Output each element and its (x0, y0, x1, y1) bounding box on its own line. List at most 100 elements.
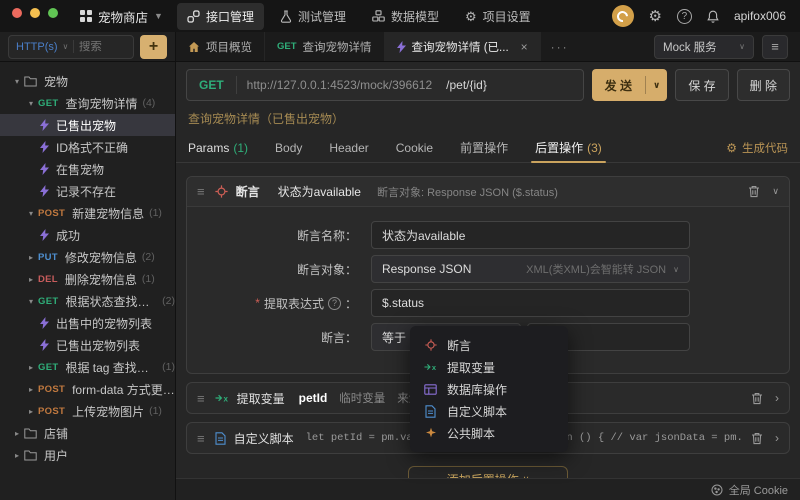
mock-service-select[interactable]: Mock 服务 ∨ (654, 35, 754, 59)
method-select[interactable]: GET (187, 78, 236, 92)
sidebar-api-item[interactable]: ▸ POST form-data 方式更新宠物信... (0, 378, 175, 400)
assertion-panel-header[interactable]: ≡ 断言 状态为available 断言对象: Response JSON ($… (187, 177, 789, 207)
chevron-right-icon[interactable]: ▸ (10, 429, 24, 438)
nav-project-settings[interactable]: ⚙ 项目设置 (455, 3, 541, 30)
tab-post-operations[interactable]: 后置操作 (3) (535, 133, 602, 163)
chevron-right-icon[interactable]: ▸ (24, 385, 38, 394)
tab-header[interactable]: Header (329, 133, 368, 163)
sidebar-api-item[interactable]: ▾ GET 根据状态查找宠物列表 (2) (0, 290, 175, 312)
sidebar-case-item[interactable]: 已售出宠物列表 (0, 334, 175, 356)
chevron-right-icon[interactable]: ▸ (24, 253, 38, 262)
menu-item-public-script[interactable]: 公共脚本 (410, 422, 568, 444)
trash-icon[interactable] (751, 432, 763, 445)
chevron-right-icon[interactable]: ▸ (24, 407, 38, 416)
more-tabs-button[interactable]: ··· (541, 32, 579, 61)
help-icon[interactable]: ? (677, 9, 692, 24)
tab-pre-operations[interactable]: 前置操作 (460, 133, 508, 163)
chevron-right-icon[interactable]: ▸ (24, 275, 38, 284)
tab-case-active[interactable]: 查询宠物详情 (已... × (385, 32, 541, 61)
sidebar-case-item[interactable]: 在售宠物 (0, 158, 175, 180)
sidebar-api-item[interactable]: ▾ POST 新建宠物信息 (1) (0, 202, 175, 224)
menu-item-custom-script[interactable]: 自定义脚本 (410, 400, 568, 422)
item-count: (1) (162, 361, 175, 373)
save-button[interactable]: 保 存 (675, 69, 728, 101)
operation-type-label: 自定义脚本 (234, 430, 294, 447)
nav-api-management[interactable]: 接口管理 (177, 3, 264, 30)
send-button[interactable]: 发 送 ∨ (592, 69, 668, 101)
username[interactable]: apifox006 (734, 9, 786, 23)
menu-item-label: 断言 (447, 337, 471, 354)
sidebar-api-item[interactable]: ▸ DEL 删除宠物信息 (1) (0, 268, 175, 290)
tab-cookie[interactable]: Cookie (396, 133, 433, 163)
chevron-down-icon[interactable]: ▾ (24, 99, 38, 108)
form-row-expression: * 提取表达式 ? ： (187, 289, 789, 317)
collapse-chevron-icon[interactable]: ∨ (772, 186, 779, 197)
trash-icon[interactable] (751, 392, 763, 405)
add-operation-menu: 断言 x 提取变量 数据库操作 自定义脚本 公共脚本 (410, 326, 568, 452)
drag-handle-icon[interactable]: ≡ (197, 391, 205, 406)
expand-chevron-icon[interactable]: › (775, 391, 779, 405)
extract-variable-icon: x (215, 393, 229, 403)
menu-item-assertion[interactable]: 断言 (410, 334, 568, 356)
extract-expression-input[interactable] (371, 289, 690, 317)
add-button[interactable]: + (140, 35, 167, 59)
environment-list-button[interactable]: ≡ (762, 35, 788, 59)
tab-label: Cookie (396, 141, 433, 155)
protocol-select[interactable]: HTTP(s) (16, 41, 58, 53)
close-icon[interactable]: × (521, 40, 528, 54)
tab-get-endpoint[interactable]: GET 查询宠物详情 (265, 32, 385, 61)
gear-icon[interactable]: ⚙ (649, 9, 662, 24)
method-badge: POST (38, 384, 65, 395)
chevron-down-icon[interactable]: ∨ (646, 80, 667, 91)
sidebar-item-label: ID格式不正确 (56, 139, 128, 156)
url-input-group[interactable]: GET http://127.0.0.1:4523/mock/396612 /p… (186, 69, 584, 101)
sidebar-api-item[interactable]: ▸ GET 根据 tag 查找宠物列表 (1) (0, 356, 175, 378)
chevron-right-icon[interactable]: ▸ (24, 363, 38, 372)
sidebar-folder-pets[interactable]: ▾ 宠物 (0, 70, 175, 92)
tab-params[interactable]: Params (1) (188, 133, 248, 163)
drag-handle-icon[interactable]: ≡ (197, 184, 205, 199)
sidebar-folder-store[interactable]: ▸ 店铺 (0, 422, 175, 444)
maximize-window-button[interactable] (48, 8, 58, 18)
drag-handle-icon[interactable]: ≡ (197, 431, 205, 446)
nav-test-management[interactable]: 测试管理 (270, 3, 356, 30)
folder-icon (24, 76, 37, 87)
chevron-down-icon[interactable]: ▾ (24, 209, 38, 218)
generate-code-button[interactable]: ⚙ 生成代码 (726, 140, 788, 156)
help-icon[interactable]: ? (328, 297, 341, 310)
chevron-down-icon[interactable]: ▾ (24, 297, 38, 306)
sidebar-api-item[interactable]: ▾ GET 查询宠物详情 (4) (0, 92, 175, 114)
sidebar-case-item[interactable]: 出售中的宠物列表 (0, 312, 175, 334)
method-badge: GET (38, 98, 58, 109)
expand-chevron-icon[interactable]: › (775, 431, 779, 445)
sidebar-case-item[interactable]: 记录不存在 (0, 180, 175, 202)
global-cookie-label[interactable]: 全局 Cookie (729, 482, 788, 498)
sidebar-item-label: 根据 tag 查找宠物列表 (65, 359, 157, 376)
sidebar-item-label: 在售宠物 (56, 161, 104, 178)
sidebar-folder-users[interactable]: ▸ 用户 (0, 444, 175, 466)
url-path-input[interactable]: /pet/{id} (446, 78, 487, 92)
chevron-right-icon[interactable]: ▸ (10, 451, 24, 460)
sidebar-api-item[interactable]: ▸ PUT 修改宠物信息 (2) (0, 246, 175, 268)
minimize-window-button[interactable] (30, 8, 40, 18)
chevron-down-icon[interactable]: ▾ (10, 77, 24, 86)
delete-button[interactable]: 删 除 (737, 69, 790, 101)
workspace-switcher[interactable]: 宠物商店 ▼ (80, 7, 163, 26)
sync-avatar-icon[interactable] (612, 5, 634, 27)
tab-body[interactable]: Body (275, 133, 302, 163)
sidebar-api-item[interactable]: ▸ POST 上传宠物图片 (1) (0, 400, 175, 422)
tab-project-overview[interactable]: 项目概览 (176, 32, 265, 61)
close-window-button[interactable] (12, 8, 22, 18)
trash-icon[interactable] (748, 185, 760, 198)
nav-data-model[interactable]: 数据模型 (362, 3, 449, 30)
assertion-target-select[interactable]: Response JSON XML(类XML)会智能转 JSON ∨ (371, 255, 690, 283)
sidebar-case-item[interactable]: 成功 (0, 224, 175, 246)
bolt-icon (40, 185, 49, 197)
menu-item-extract-variable[interactable]: x 提取变量 (410, 356, 568, 378)
bell-icon[interactable] (707, 10, 719, 23)
assertion-name-input[interactable] (371, 221, 690, 249)
search-input[interactable] (79, 41, 126, 53)
menu-item-database-operation[interactable]: 数据库操作 (410, 378, 568, 400)
sidebar-case-item-selected[interactable]: 已售出宠物 (0, 114, 175, 136)
sidebar-case-item[interactable]: ID格式不正确 (0, 136, 175, 158)
